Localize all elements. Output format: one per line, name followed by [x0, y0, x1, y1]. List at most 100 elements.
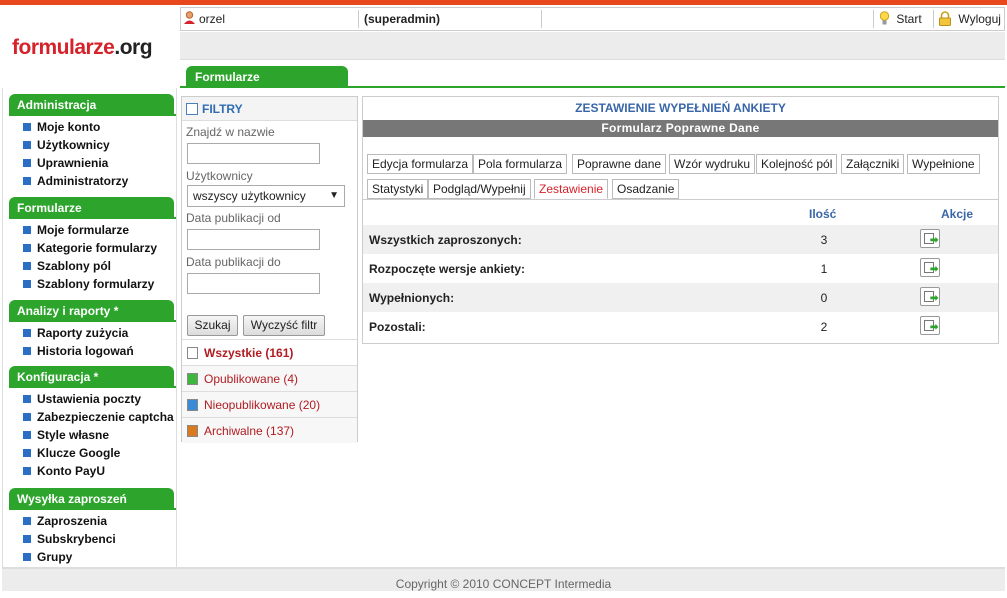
- lock-icon: [938, 11, 952, 26]
- export-icon[interactable]: ➡: [920, 316, 940, 335]
- sidebar-item-subskrybenci[interactable]: Subskrybenci: [23, 530, 116, 548]
- actions-column-header: Akcje: [941, 207, 974, 221]
- table-row: Wszystkich zaproszonych: 3 ➡: [363, 225, 998, 254]
- sidebar-item-ustawienia-poczty[interactable]: Ustawienia poczty: [23, 390, 141, 408]
- date-to-input[interactable]: [187, 273, 320, 294]
- tab-kolejnosc-pol[interactable]: Kolejność pól: [756, 154, 838, 174]
- sidebar-section-analizy: Analizy i raporty *: [9, 300, 174, 321]
- sidebar-item-zaproszenia[interactable]: Zaproszenia: [23, 512, 107, 530]
- export-icon[interactable]: ➡: [920, 287, 940, 306]
- filters-panel: FILTRY Znajdź w nazwie Użytkownicy wszys…: [181, 96, 358, 443]
- sidebar-item-kategorie-formularzy[interactable]: Kategorie formularzy: [23, 239, 157, 257]
- form-name-bar: Formularz Poprawne Dane: [363, 120, 998, 137]
- logout-label: Wyloguj: [958, 12, 1001, 26]
- sidebar: Administracja Moje konto Użytkownicy Upr…: [2, 88, 177, 568]
- users-filter-label: Użytkownicy: [186, 169, 253, 183]
- tab-zalaczniki[interactable]: Załączniki: [841, 154, 905, 174]
- bullet-icon: [23, 467, 31, 475]
- filter-icon: [186, 103, 198, 115]
- date-from-input[interactable]: [187, 229, 320, 250]
- unpublished-icon: [187, 399, 198, 411]
- tab-poprawne-dane[interactable]: Poprawne dane: [572, 154, 667, 174]
- dropdown-arrow-icon: ▼: [329, 190, 339, 201]
- bullet-icon: [23, 329, 31, 337]
- filters-title: FILTRY: [202, 102, 243, 116]
- table-row: Rozpoczęte wersje ankiety: 1 ➡: [363, 254, 998, 283]
- sidebar-section-administracja: Administracja: [9, 94, 174, 115]
- search-button[interactable]: Szukaj: [187, 315, 238, 336]
- sidebar-item-uzytkownicy[interactable]: Użytkownicy: [23, 136, 110, 154]
- published-icon: [187, 373, 198, 385]
- sidebar-item-moje-konto[interactable]: Moje konto: [23, 118, 100, 136]
- sidebar-item-szablony-formularzy[interactable]: Szablony formularzy: [23, 275, 154, 293]
- bullet-icon: [23, 535, 31, 543]
- sidebar-section-wysylka: Wysyłka zaproszeń: [9, 488, 174, 509]
- bullet-icon: [23, 244, 31, 252]
- table-row: Pozostali: 2 ➡: [363, 312, 998, 341]
- logout-link[interactable]: Wyloguj: [938, 8, 1001, 30]
- name-filter-label: Znajdź w nazwie: [186, 125, 275, 139]
- start-link[interactable]: Start: [879, 8, 922, 30]
- tab-wzor-wydruku[interactable]: Wzór wydruku: [669, 154, 756, 174]
- status-archived[interactable]: Archiwalne (137): [182, 417, 357, 443]
- tab-wypelnione[interactable]: Wypełnione: [907, 154, 980, 174]
- sidebar-item-klucze-google[interactable]: Klucze Google: [23, 444, 120, 462]
- tab-edycja-formularza[interactable]: Edycja formularza: [367, 154, 474, 174]
- export-icon[interactable]: ➡: [920, 258, 940, 277]
- tabs-divider: [363, 199, 998, 200]
- bullet-icon: [23, 553, 31, 561]
- user-role: (superadmin): [364, 12, 441, 26]
- users-select[interactable]: wszyscy użytkownicy ▼: [187, 185, 345, 207]
- bullet-icon: [23, 413, 31, 421]
- bullet-icon: [23, 280, 31, 288]
- sidebar-section-formularze: Formularze: [9, 197, 174, 218]
- date-to-label: Data publikacji do: [186, 255, 281, 269]
- bullet-icon: [23, 262, 31, 270]
- bullet-icon: [23, 141, 31, 149]
- sidebar-item-konto-payu[interactable]: Konto PayU: [23, 462, 105, 480]
- bullet-icon: [23, 226, 31, 234]
- user-icon: [183, 8, 196, 30]
- top-accent-line: [0, 0, 1007, 5]
- name-filter-input[interactable]: [187, 143, 320, 164]
- sidebar-item-captcha[interactable]: Zabezpieczenie captcha: [23, 408, 174, 426]
- sidebar-item-historia-logowan[interactable]: Historia logowań: [23, 342, 134, 360]
- tab-statystyki[interactable]: Statystyki: [367, 179, 429, 199]
- sidebar-item-moje-formularze[interactable]: Moje formularze: [23, 221, 129, 239]
- clear-filter-button[interactable]: Wyczyść filtr: [243, 315, 325, 336]
- status-unpublished[interactable]: Nieopublikowane (20): [182, 391, 357, 417]
- archived-icon: [187, 425, 198, 437]
- sub-bar: [180, 32, 1005, 60]
- bullet-icon: [23, 177, 31, 185]
- date-from-label: Data publikacji od: [186, 211, 281, 225]
- sidebar-item-administratorzy[interactable]: Administratorzy: [23, 172, 128, 190]
- status-all[interactable]: Wszystkie (161): [182, 339, 357, 365]
- lightbulb-icon: [879, 11, 890, 26]
- tab-formularze[interactable]: Formularze: [186, 66, 348, 87]
- status-published[interactable]: Opublikowane (4): [182, 365, 357, 391]
- tab-podglad-wypelnij[interactable]: Podgląd/Wypełnij: [428, 179, 531, 199]
- logo[interactable]: formularze.org: [12, 36, 153, 60]
- tab-underline: [180, 86, 1005, 88]
- sidebar-section-konfiguracja: Konfiguracja *: [9, 366, 174, 387]
- sidebar-item-szablony-pol[interactable]: Szablony pól: [23, 257, 111, 275]
- bullet-icon: [23, 159, 31, 167]
- table-row: Wypełnionych: 0 ➡: [363, 283, 998, 312]
- bullet-icon: [23, 395, 31, 403]
- sidebar-item-raporty-zuzycia[interactable]: Raporty zużycia: [23, 324, 128, 342]
- tab-pola-formularza[interactable]: Pola formularza: [473, 154, 568, 174]
- export-icon[interactable]: ➡: [920, 229, 940, 248]
- count-column-header: Ilość: [809, 207, 837, 221]
- document-icon: [187, 347, 198, 359]
- bullet-icon: [23, 431, 31, 439]
- tab-osadzanie[interactable]: Osadzanie: [612, 179, 680, 199]
- bullet-icon: [23, 517, 31, 525]
- current-user: orzel: [199, 12, 226, 26]
- summary-panel: ZESTAWIENIE WYPEŁNIEŃ ANKIETY Formularz …: [362, 96, 999, 344]
- top-bar: orzel (superadmin) Start Wyloguj: [180, 7, 1005, 31]
- sidebar-item-uprawnienia[interactable]: Uprawnienia: [23, 154, 108, 172]
- tab-zestawienie[interactable]: Zestawienie: [534, 179, 609, 199]
- sidebar-item-style-wlasne[interactable]: Style własne: [23, 426, 109, 444]
- panel-title: ZESTAWIENIE WYPEŁNIEŃ ANKIETY: [575, 101, 786, 115]
- sidebar-item-grupy[interactable]: Grupy: [23, 548, 72, 566]
